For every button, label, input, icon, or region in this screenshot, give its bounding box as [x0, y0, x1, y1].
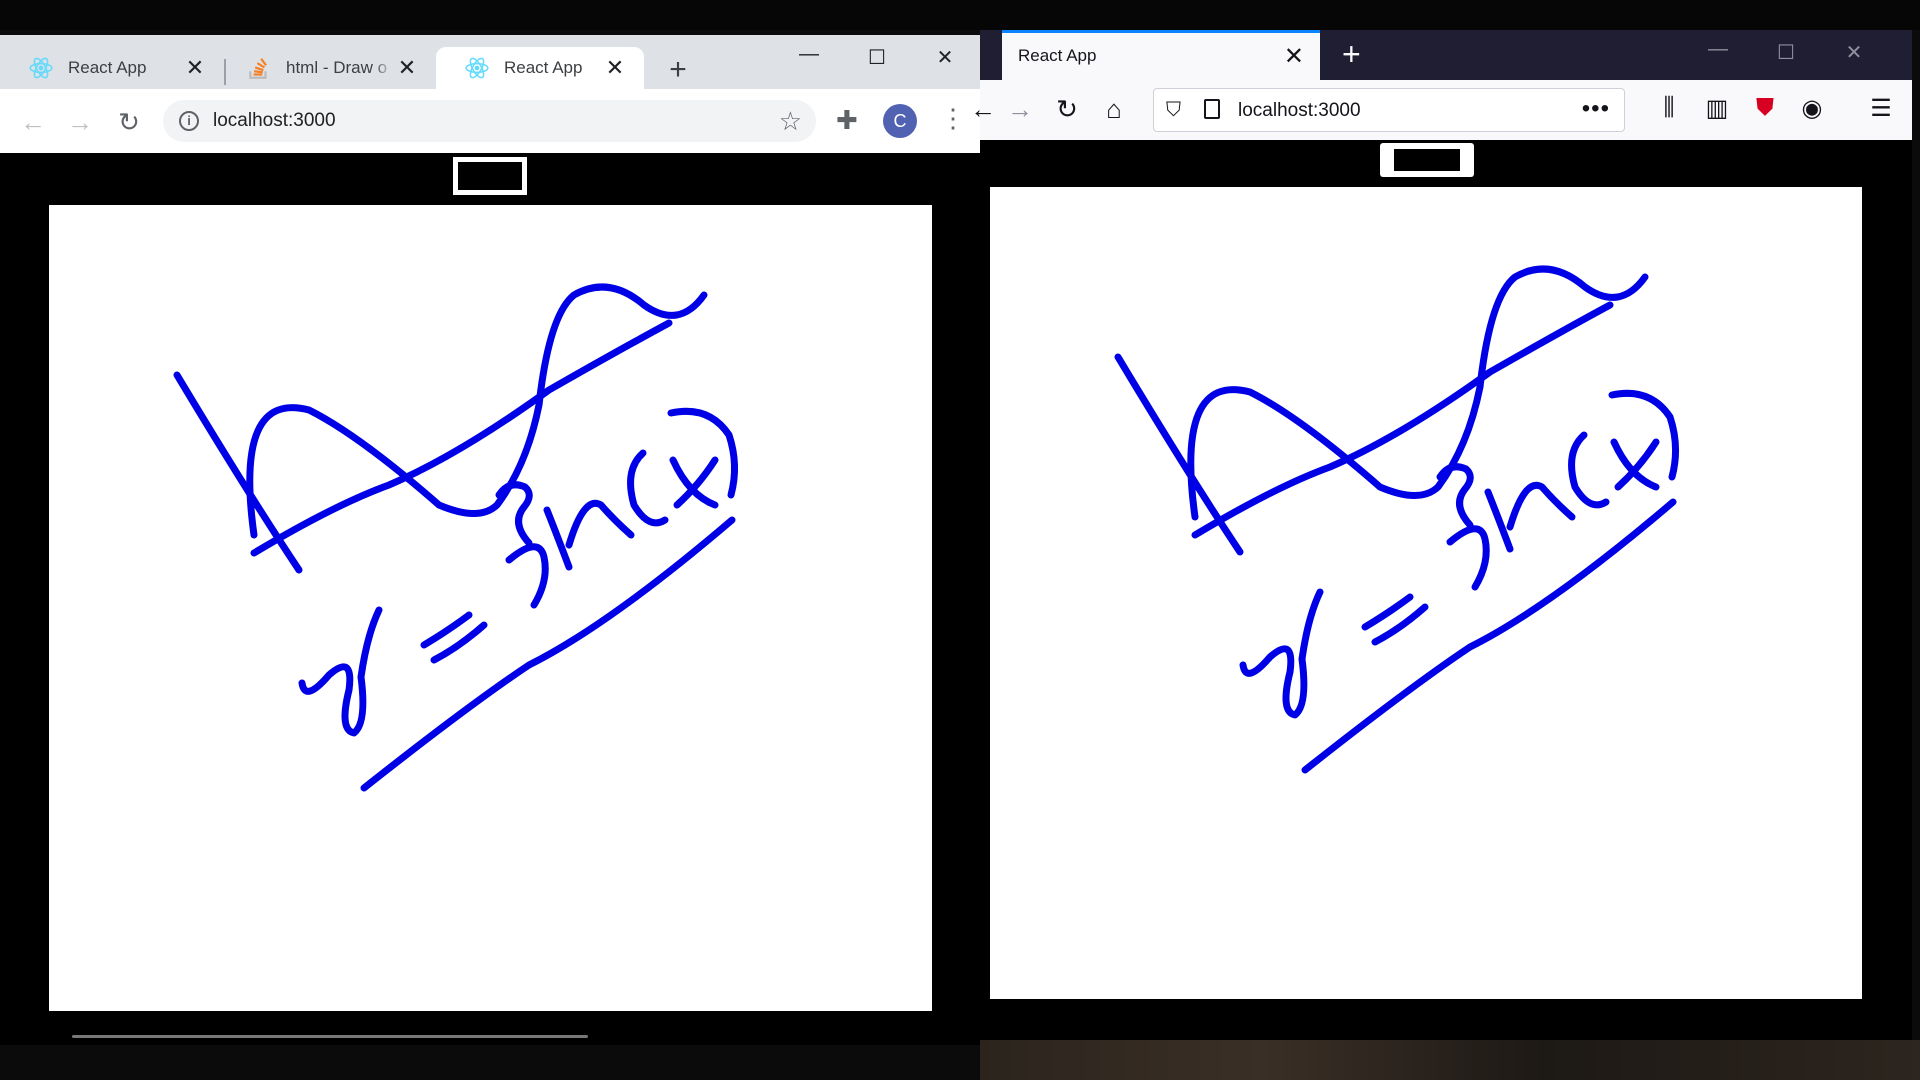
stackoverflow-icon — [249, 58, 267, 79]
drawing-canvas[interactable] — [990, 187, 1862, 999]
shield-icon[interactable]: ⛉ — [1166, 99, 1181, 122]
page-icon — [1204, 99, 1220, 119]
home-icon[interactable]: ⌂ — [1097, 94, 1131, 124]
address-bar[interactable]: i localhost:3000 ☆ — [163, 100, 816, 142]
tab-react-app-1[interactable]: React App ✕ — [0, 47, 224, 89]
more-actions-icon[interactable]: ••• — [1582, 95, 1610, 123]
tab-title: React App — [68, 58, 147, 77]
maximize-icon[interactable]: ☐ — [857, 45, 897, 70]
desktop-top — [0, 0, 1920, 30]
close-window-icon[interactable]: ✕ — [925, 45, 965, 70]
drawing-strokes — [173, 283, 738, 792]
back-icon[interactable]: ← — [966, 94, 1000, 124]
chrome-toolbar: ← → ↻ i localhost:3000 ☆ ✚ C ⋮ — [0, 89, 980, 153]
chrome-window: React App ✕ html - Draw o ✕ React App ✕ … — [0, 35, 980, 1045]
forward-icon[interactable]: → — [1003, 94, 1037, 124]
address-text: localhost:3000 — [213, 110, 336, 131]
close-icon[interactable]: ✕ — [602, 55, 628, 81]
tab-react-app-active[interactable]: React App ✕ — [436, 47, 644, 89]
drawing-strokes — [1114, 265, 1679, 774]
tool-button[interactable] — [453, 157, 527, 195]
firefox-page — [980, 140, 1912, 1040]
tab-title: React App — [504, 58, 583, 77]
back-icon[interactable]: ← — [15, 107, 51, 137]
drawing-canvas[interactable] — [49, 205, 932, 1011]
address-text: localhost:3000 — [1238, 100, 1361, 121]
new-tab-button[interactable]: + — [660, 53, 696, 89]
address-bar[interactable]: ⛉ localhost:3000 ••• — [1153, 88, 1625, 132]
profile-avatar[interactable]: C — [883, 104, 917, 138]
close-icon[interactable]: ✕ — [182, 55, 208, 81]
account-icon[interactable]: ◉ — [1795, 94, 1829, 123]
tab-title: React App — [1018, 46, 1097, 65]
firefox-toolbar: ← → ↻ ⌂ ⛉ localhost:3000 ••• ⫼ ▥ ⛊ ◉ ☰ — [970, 80, 1912, 140]
tab-react-app[interactable]: React App ✕ — [1002, 30, 1320, 80]
horizontal-scrollbar[interactable] — [72, 1035, 588, 1038]
desktop-wallpaper — [980, 1040, 1920, 1080]
chrome-tab-strip: React App ✕ html - Draw o ✕ React App ✕ … — [0, 35, 980, 89]
kebab-menu-icon[interactable]: ⋮ — [940, 103, 966, 134]
sidebar-icon[interactable]: ▥ — [1700, 94, 1734, 123]
pocket-icon[interactable]: ⛊ — [1748, 94, 1782, 122]
library-icon[interactable]: ⫼ — [1652, 94, 1686, 122]
react-icon — [465, 57, 489, 79]
forward-icon[interactable]: → — [62, 107, 98, 137]
chrome-page — [0, 153, 980, 1045]
close-icon[interactable]: ✕ — [1284, 42, 1304, 71]
minimize-icon[interactable]: — — [1698, 38, 1738, 61]
tab-title: html - Draw o — [286, 58, 388, 77]
maximize-icon[interactable]: ☐ — [1766, 40, 1806, 65]
close-window-icon[interactable]: ✕ — [1834, 40, 1874, 65]
hamburger-menu-icon[interactable]: ☰ — [1864, 94, 1898, 123]
tab-stackoverflow[interactable]: html - Draw o ✕ — [218, 47, 436, 89]
info-icon[interactable]: i — [179, 111, 199, 131]
bookmark-star-icon[interactable]: ☆ — [779, 106, 802, 137]
firefox-window: React App ✕ + — ☐ ✕ ← → ↻ ⌂ ⛉ localhost:… — [970, 30, 1912, 1040]
minimize-icon[interactable]: — — [789, 43, 829, 66]
new-tab-button[interactable]: + — [1342, 36, 1361, 73]
tool-button[interactable] — [1380, 143, 1474, 177]
react-icon — [29, 57, 53, 79]
extensions-puzzle-icon[interactable]: ✚ — [836, 105, 858, 136]
reload-icon[interactable]: ↻ — [1050, 94, 1084, 124]
reload-icon[interactable]: ↻ — [111, 107, 147, 137]
firefox-tab-strip: React App ✕ + — ☐ ✕ — [980, 30, 1912, 80]
close-icon[interactable]: ✕ — [394, 55, 420, 81]
